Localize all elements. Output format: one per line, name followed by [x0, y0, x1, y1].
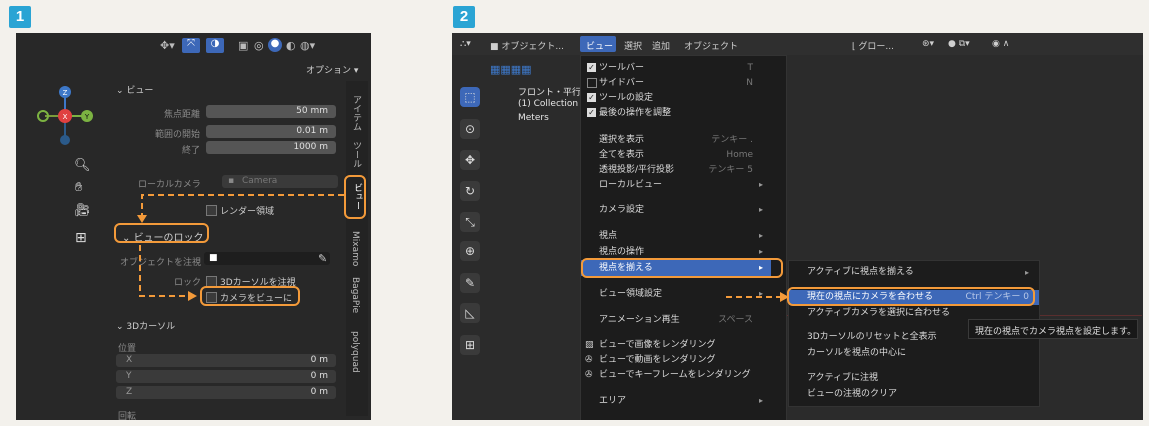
n-panel-screenshot: ✥▾ ⤧ ◑ ▣ ◎ ● ◐ ◍▾ オプション ▾ Z Y X 🔍︎ ✋︎ 🎥︎… — [16, 33, 371, 420]
view-menu-screenshot: ⛬▾ ■ オブジェクト... ビュー 選択 追加 オブジェクト ⌊ グロー...… — [452, 33, 1143, 420]
annotation-arrows — [137, 194, 344, 301]
step-badge-2: 2 — [453, 6, 475, 28]
annotation-arrow — [726, 292, 789, 302]
step-badge-1: 1 — [9, 6, 31, 28]
